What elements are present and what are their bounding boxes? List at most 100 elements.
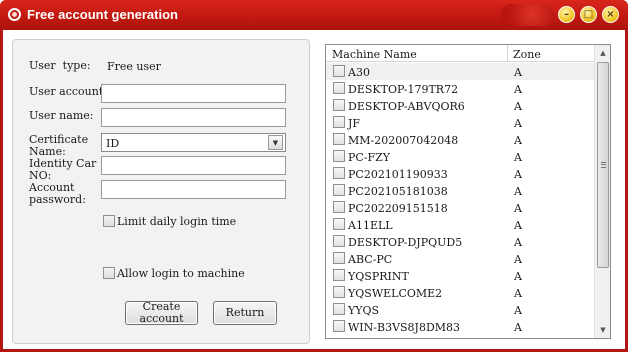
row-checkbox[interactable] xyxy=(333,218,345,230)
row-checkbox[interactable] xyxy=(333,167,345,179)
row-checkbox[interactable] xyxy=(333,184,345,196)
zone-cell: A xyxy=(514,151,522,164)
machine-name-cell: YQSPRINT xyxy=(348,270,409,283)
column-header-machine-name[interactable]: Machine Name xyxy=(332,48,417,61)
table-row[interactable]: ABC-PC A xyxy=(326,250,594,267)
row-checkbox[interactable] xyxy=(333,65,345,77)
user-name-input[interactable] xyxy=(101,108,286,127)
zone-cell: A xyxy=(514,304,522,317)
zone-cell: A xyxy=(514,83,522,96)
allow-login-label[interactable]: Allow login to machine xyxy=(117,268,245,280)
certificate-name-value: ID xyxy=(106,137,120,150)
table-row[interactable]: DESKTOP-179TR72 A xyxy=(326,80,594,97)
maximize-button[interactable]: □ xyxy=(580,6,597,23)
scroll-thumb[interactable] xyxy=(597,62,609,268)
machine-name-cell: PC202101190933 xyxy=(348,168,448,181)
zone-cell: A xyxy=(514,219,522,232)
certificate-name-select[interactable]: ID ▼ xyxy=(101,133,286,152)
app-window: Free account generation – □ × User type:… xyxy=(0,0,628,352)
zone-cell: A xyxy=(514,236,522,249)
close-button[interactable]: × xyxy=(602,6,619,23)
create-account-button[interactable]: Create account xyxy=(125,301,198,325)
allow-login-checkbox[interactable] xyxy=(103,267,115,279)
account-password-label: Account password: xyxy=(29,181,86,206)
machine-name-cell: DESKTOP-DJPQUD5 xyxy=(348,236,463,249)
machine-name-cell: YYQS xyxy=(348,304,380,317)
zone-cell: A xyxy=(514,134,522,147)
table-row[interactable]: JF A xyxy=(326,114,594,131)
table-row[interactable]: PC202101190933 A xyxy=(326,165,594,182)
maximize-icon: □ xyxy=(583,9,594,20)
row-checkbox[interactable] xyxy=(333,150,345,162)
identity-card-input[interactable] xyxy=(101,156,286,175)
scroll-down-icon[interactable]: ▼ xyxy=(595,322,610,338)
table-row[interactable]: A11ELL A xyxy=(326,216,594,233)
row-checkbox[interactable] xyxy=(333,303,345,315)
row-checkbox[interactable] xyxy=(333,235,345,247)
table-row[interactable]: YYQS A xyxy=(326,301,594,318)
table-row[interactable]: YQSWELCOME2 A xyxy=(326,284,594,301)
table-row[interactable]: A30 A xyxy=(326,63,594,80)
table-row[interactable]: YQSPRINT A xyxy=(326,267,594,284)
table-row[interactable]: PC202209151518 A xyxy=(326,199,594,216)
machine-name-cell: A30 xyxy=(348,66,370,79)
row-checkbox[interactable] xyxy=(333,252,345,264)
column-header-zone[interactable]: Zone xyxy=(513,48,541,61)
close-icon: × xyxy=(606,9,615,20)
identity-card-label: Identity Car NO: xyxy=(29,157,97,182)
zone-cell: A xyxy=(514,100,522,113)
user-account-input[interactable] xyxy=(101,84,286,103)
minimize-button[interactable]: – xyxy=(558,6,575,23)
account-password-input[interactable] xyxy=(101,180,286,199)
user-account-label: User account xyxy=(29,85,104,98)
row-checkbox[interactable] xyxy=(333,286,345,298)
row-checkbox[interactable] xyxy=(333,116,345,128)
table-row[interactable]: WIN-B3VS8J8DM83 A xyxy=(326,318,594,335)
scroll-up-icon[interactable]: ▲ xyxy=(595,45,610,61)
zone-cell: A xyxy=(514,321,522,334)
zone-cell: A xyxy=(514,202,522,215)
machine-name-cell: A11ELL xyxy=(348,219,393,232)
client-area: User type: Free user User account User n… xyxy=(3,30,625,349)
vertical-scrollbar[interactable]: ▲ ▼ xyxy=(594,45,610,338)
machine-name-cell: JF xyxy=(348,117,361,130)
limit-daily-label[interactable]: Limit daily login time xyxy=(117,216,236,228)
account-form-panel: User type: Free user User account User n… xyxy=(12,39,310,344)
table-row[interactable]: PC-FZY A xyxy=(326,148,594,165)
machine-name-cell: WIN-B3VS8J8DM83 xyxy=(348,321,461,334)
user-name-label: User name: xyxy=(29,109,94,122)
zone-cell: A xyxy=(514,117,522,130)
user-type-value: Free user xyxy=(107,60,161,73)
table-row[interactable]: PC202105181038 A xyxy=(326,182,594,199)
list-header: Machine Name Zone xyxy=(326,45,594,62)
table-row[interactable]: MM-202007042048 A xyxy=(326,131,594,148)
machine-list[interactable]: Machine Name Zone A30 A DESKTOP-179TR72 A DE… xyxy=(325,44,611,339)
machine-name-cell: PC-FZY xyxy=(348,151,391,164)
grip-icon xyxy=(601,162,606,168)
machine-name-cell: ABC-PC xyxy=(348,253,393,266)
zone-cell: A xyxy=(514,253,522,266)
zone-cell: A xyxy=(514,168,522,181)
row-checkbox[interactable] xyxy=(333,133,345,145)
row-checkbox[interactable] xyxy=(333,320,345,332)
chevron-down-icon[interactable]: ▼ xyxy=(268,135,283,150)
row-checkbox[interactable] xyxy=(333,82,345,94)
machine-name-cell: PC202209151518 xyxy=(348,202,448,215)
table-row[interactable]: DESKTOP-DJPQUD5 A xyxy=(326,233,594,250)
zone-cell: A xyxy=(514,270,522,283)
row-checkbox[interactable] xyxy=(333,99,345,111)
return-button[interactable]: Return xyxy=(213,301,277,325)
minimize-icon: – xyxy=(564,9,569,20)
machine-name-cell: DESKTOP-179TR72 xyxy=(348,83,459,96)
zone-cell: A xyxy=(514,185,522,198)
limit-daily-checkbox[interactable] xyxy=(103,215,115,227)
table-row[interactable]: DESKTOP-ABVQOR6 A xyxy=(326,97,594,114)
machine-name-cell: DESKTOP-ABVQOR6 xyxy=(348,100,465,113)
machine-rows: A30 A DESKTOP-179TR72 A DESKTOP-ABVQOR6 A JF A M… xyxy=(326,63,594,335)
column-divider[interactable] xyxy=(507,45,508,62)
row-checkbox[interactable] xyxy=(333,269,345,281)
title-bar[interactable]: Free account generation – □ × xyxy=(0,0,628,30)
certificate-name-label: Certificate Name: xyxy=(29,133,89,158)
app-icon xyxy=(8,8,21,21)
row-checkbox[interactable] xyxy=(333,201,345,213)
